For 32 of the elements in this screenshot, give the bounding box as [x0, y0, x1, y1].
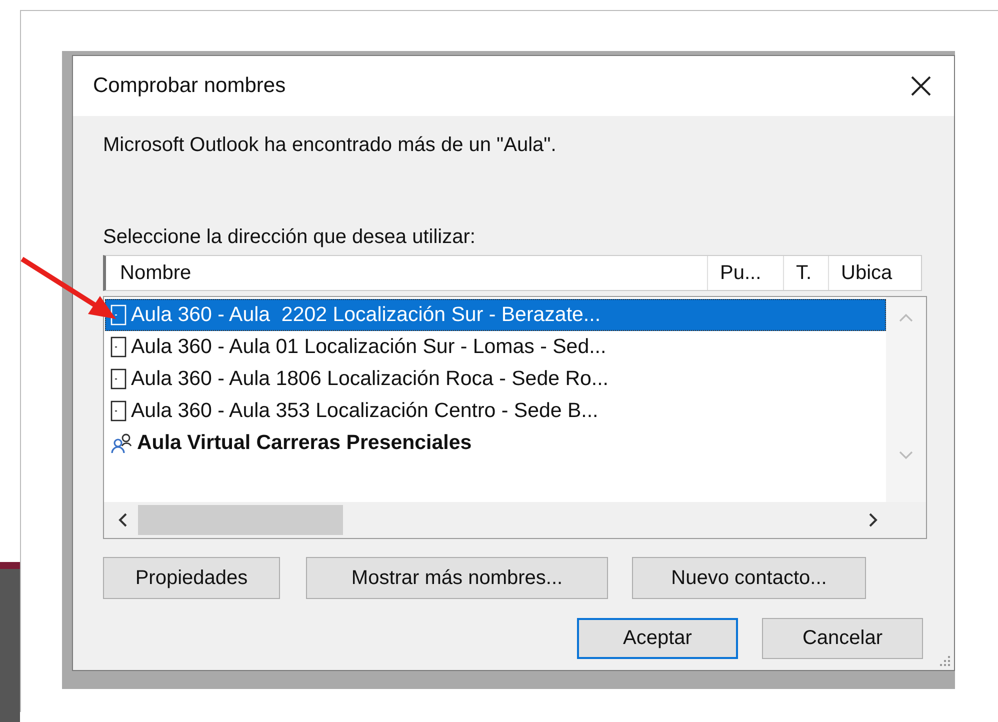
list-row[interactable]: Aula 360 - Aula 01 Localización Sur - Lomas - Sed...: [105, 331, 886, 363]
people-icon: [110, 432, 133, 454]
column-header[interactable]: Pu...: [708, 256, 784, 290]
action-button[interactable]: Mostrar más nombres...: [306, 557, 608, 599]
resize-grip-icon: [938, 654, 952, 668]
row-name: Aula 360 - Aula 1806 Localización Roca - Sede Ro...: [131, 367, 608, 391]
scroll-thumb[interactable]: [138, 505, 343, 535]
row-name: Aula Virtual Carreras Presenciales: [137, 431, 472, 455]
dialog-button[interactable]: Aceptar: [577, 618, 738, 659]
row-name: Aula 360 - Aula 2202 Localización Sur - Berazate...: [131, 303, 601, 327]
list-row[interactable]: Aula 360 - Aula 353 Localización Centro - Sede B...: [105, 395, 886, 427]
message-text: Microsoft Outlook ha encontrado más de un "Aula".: [103, 134, 558, 157]
row-name: Aula 360 - Aula 353 Localización Centro - Sede B...: [131, 399, 598, 423]
dialog-button[interactable]: Cancelar: [762, 618, 923, 659]
room-icon: [110, 400, 127, 422]
list-label: Seleccione la dirección que desea utilizar:: [103, 226, 476, 249]
room-icon: [110, 336, 127, 358]
room-icon: [110, 368, 127, 390]
row-name: Aula 360 - Aula 01 Localización Sur - Lomas - Sed...: [131, 335, 606, 359]
horizontal-scrollbar[interactable]: [104, 502, 926, 538]
list-row[interactable]: Aula 360 - Aula 1806 Localización Roca - Sede Ro...: [105, 363, 886, 395]
vertical-scrollbar[interactable]: [886, 297, 926, 502]
action-button[interactable]: Propiedades: [103, 557, 280, 599]
list-row[interactable]: Aula 360 - Aula 2202 Localización Sur - Berazate...: [105, 299, 886, 331]
column-header[interactable]: T.: [784, 256, 829, 290]
action-button[interactable]: Nuevo contacto...: [632, 557, 866, 599]
close-icon: [910, 75, 932, 97]
column-header[interactable]: Ubica: [829, 256, 921, 290]
column-header[interactable]: Nombre: [106, 256, 708, 290]
room-icon: [110, 304, 127, 326]
list-row[interactable]: Aula Virtual Carreras Presenciales: [105, 427, 886, 459]
window-title: Comprobar nombres: [93, 74, 286, 98]
